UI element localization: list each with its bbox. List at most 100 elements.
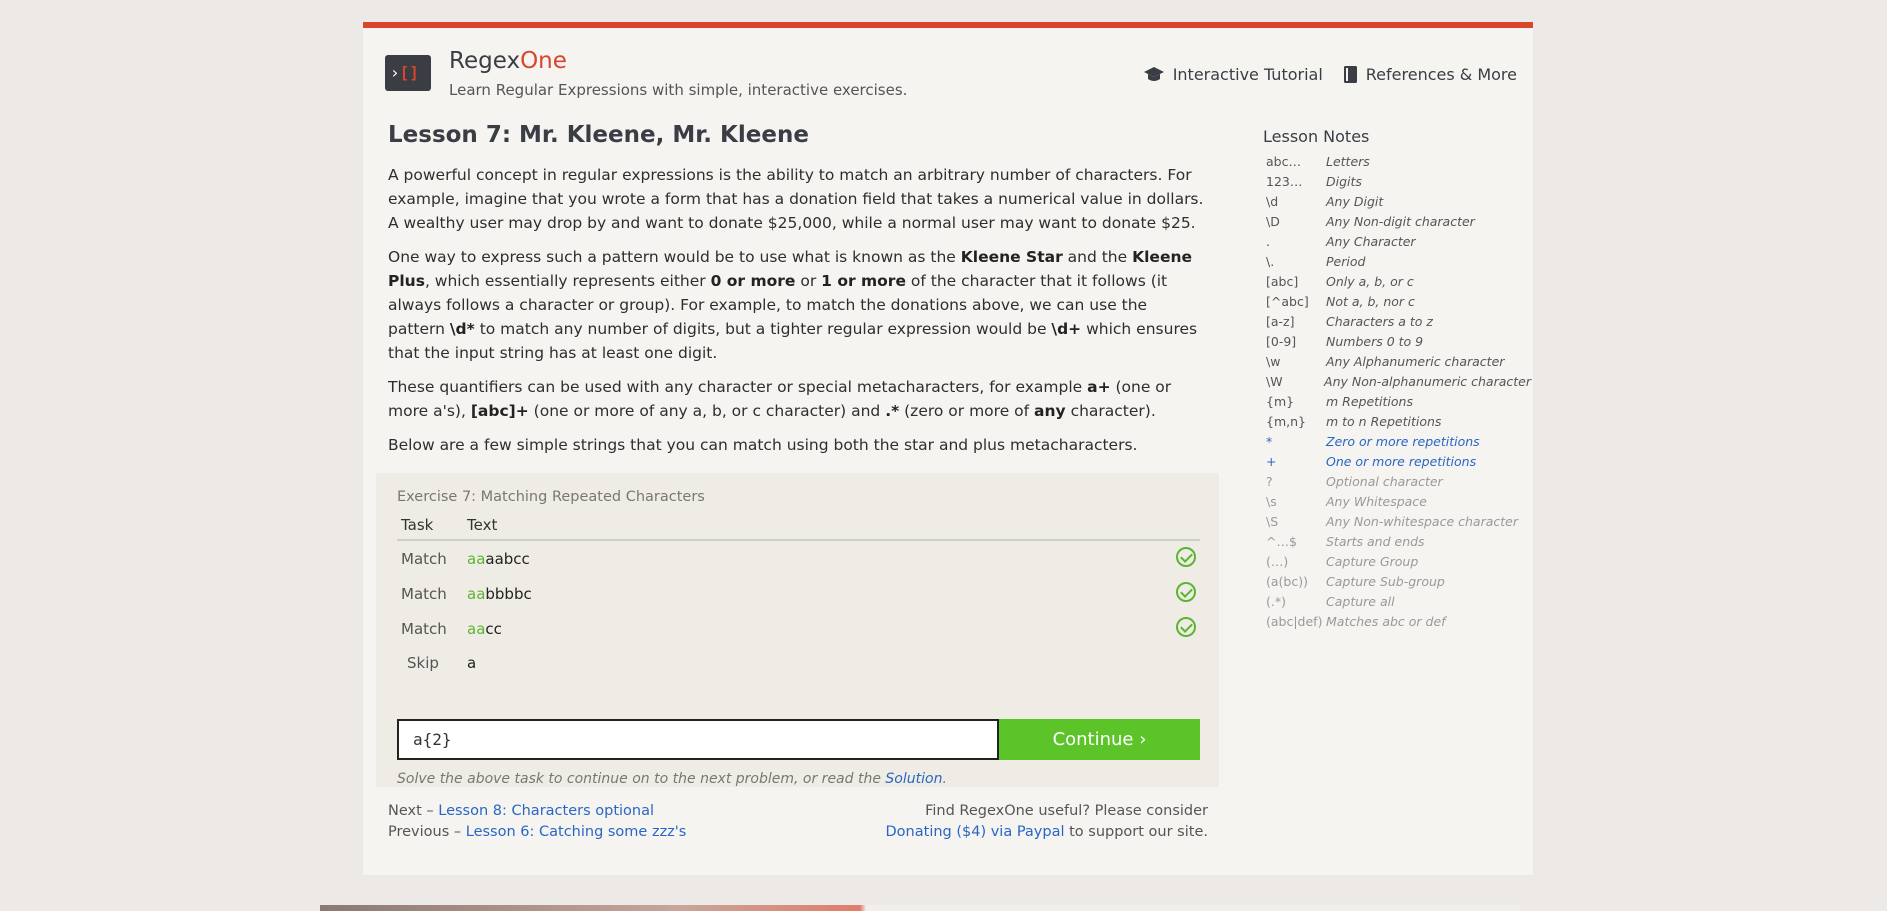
row-task: Match	[401, 620, 447, 638]
note-symbol: [^abc]	[1266, 294, 1309, 309]
regex-input[interactable]	[397, 719, 999, 760]
note-symbol: [a-z]	[1266, 314, 1295, 329]
note-description: Any Non-digit character	[1326, 214, 1475, 229]
row-task: Match	[401, 550, 447, 568]
note-symbol: \W	[1266, 374, 1283, 389]
note-symbol: (…)	[1266, 554, 1289, 569]
previous-lesson-link[interactable]: Lesson 6: Catching some zzz's	[466, 824, 687, 840]
check-circle-icon	[1176, 617, 1196, 637]
note-description: Matches abc or def	[1326, 614, 1446, 629]
continue-button[interactable]: Continue ›	[999, 719, 1200, 760]
lesson-title: Lesson 7: Mr. Kleene, Mr. Kleene	[388, 122, 809, 148]
note-description: Any Digit	[1326, 194, 1384, 209]
lesson-paragraph-4: Below are a few simple strings that you …	[388, 436, 1138, 454]
note-symbol: \s	[1266, 494, 1277, 509]
lesson-note-item: (abc|def) Matches abc or def	[1263, 612, 1531, 632]
note-description: Only a, b, or c	[1326, 274, 1414, 289]
lesson-note-item: (…) Capture Group	[1263, 552, 1531, 572]
table-row: Match aaaabcc	[397, 540, 1200, 576]
note-symbol: (a(bc))	[1266, 574, 1308, 589]
exercise-hint: Solve the above task to continue on to t…	[397, 771, 947, 787]
table-row: Match aabbbbc	[397, 576, 1200, 611]
lesson-note-item: [^abc] Not a, b, nor c	[1263, 292, 1531, 312]
lesson-note-item: \s Any Whitespace	[1263, 492, 1531, 512]
donate-link[interactable]: Donating ($4) via Paypal	[886, 824, 1065, 840]
note-description: Any Non-alphanumeric character	[1324, 374, 1531, 389]
nav-references[interactable]: References & More	[1343, 65, 1517, 84]
note-symbol: +	[1266, 454, 1277, 469]
lesson-notes-list: abc… Letters 123… Digits \d Any Digit \D Any No…	[1263, 152, 1531, 632]
note-symbol: \D	[1266, 214, 1280, 229]
note-symbol: \S	[1266, 514, 1279, 529]
page-card: ›[] RegexOne Learn Regular Expressions w…	[363, 22, 1533, 875]
site-brand[interactable]: RegexOne	[449, 48, 567, 74]
regexone-logo-icon[interactable]: ›[]	[385, 55, 431, 91]
note-symbol: *	[1266, 434, 1273, 449]
row-text: aacc	[467, 620, 502, 638]
note-description: Characters a to z	[1326, 314, 1433, 329]
row-task: Match	[401, 585, 447, 603]
note-symbol: {m}	[1266, 394, 1295, 409]
lesson-note-item: \d Any Digit	[1263, 192, 1531, 212]
lesson-note-item: . Any Character	[1263, 232, 1531, 252]
nav-interactive-tutorial[interactable]: Interactive Tutorial	[1143, 65, 1323, 84]
brand-accent: One	[520, 48, 567, 74]
lesson-note-item: \S Any Non-whitespace character	[1263, 512, 1531, 532]
row-text: aabbbbc	[467, 585, 532, 603]
lesson-note-item: * Zero or more repetitions	[1263, 432, 1531, 452]
next-lesson-link[interactable]: Lesson 8: Characters optional	[438, 803, 654, 819]
table-row: Match aacc	[397, 611, 1200, 646]
exercise-table: Task Text Match aaaabcc Match aabbbbc Ma…	[397, 513, 1200, 679]
column-task: Task	[397, 513, 463, 541]
support-message: Find RegexOne useful? Please consider Do…	[885, 803, 1208, 840]
note-description: Capture all	[1326, 594, 1395, 609]
note-symbol: \w	[1266, 354, 1281, 369]
note-description: Any Whitespace	[1326, 494, 1427, 509]
note-symbol: {m,n}	[1266, 414, 1306, 429]
solution-link[interactable]: Solution	[885, 771, 942, 787]
lesson-note-item: ^…$ Starts and ends	[1263, 532, 1531, 552]
lesson-note-item: \W Any Non-alphanumeric character	[1263, 372, 1531, 392]
lesson-notes: Lesson Notes abc… Letters 123… Digits \d Any …	[1263, 127, 1531, 632]
lesson-navigation: Next – Lesson 8: Characters optional Pre…	[388, 803, 687, 840]
note-description: Any Alphanumeric character	[1326, 354, 1505, 369]
brand-main: Regex	[449, 48, 521, 74]
note-description: Not a, b, nor c	[1326, 294, 1415, 309]
note-description: Any Non-whitespace character	[1326, 514, 1518, 529]
lesson-note-item: abc… Letters	[1263, 152, 1531, 172]
book-icon	[1343, 66, 1357, 83]
note-symbol: ^…$	[1266, 534, 1297, 549]
site-header: ›[] RegexOne Learn Regular Expressions w…	[363, 28, 1533, 118]
lesson-note-item: + One or more repetitions	[1263, 452, 1531, 472]
row-task: Skip	[407, 654, 439, 672]
note-description: m Repetitions	[1326, 394, 1413, 409]
lesson-notes-title: Lesson Notes	[1263, 127, 1370, 146]
check-circle-icon	[1176, 547, 1196, 567]
note-symbol: [abc]	[1266, 274, 1299, 289]
note-symbol: abc…	[1266, 154, 1301, 169]
note-description: Optional character	[1326, 474, 1443, 489]
note-symbol: \d	[1266, 194, 1279, 209]
exercise-panel: Exercise 7: Matching Repeated Characters…	[376, 473, 1219, 787]
note-symbol: 123…	[1266, 174, 1303, 189]
advertisement-banner[interactable]	[320, 905, 1520, 911]
lesson-note-item: \. Period	[1263, 252, 1531, 272]
lesson-paragraph-2: One way to express such a pattern would …	[388, 248, 1198, 362]
row-text: a	[467, 654, 477, 672]
lesson-note-item: {m} m Repetitions	[1263, 392, 1531, 412]
note-description: m to n Repetitions	[1326, 414, 1442, 429]
note-symbol: [0-9]	[1266, 334, 1297, 349]
row-text: aaaabcc	[467, 550, 530, 568]
site-tagline: Learn Regular Expressions with simple, i…	[449, 81, 908, 99]
lesson-paragraph-1: A powerful concept in regular expression…	[388, 166, 1204, 232]
lesson-note-item: \w Any Alphanumeric character	[1263, 352, 1531, 372]
note-description: Any Character	[1326, 234, 1416, 249]
note-description: Starts and ends	[1326, 534, 1425, 549]
lesson-note-item: \D Any Non-digit character	[1263, 212, 1531, 232]
note-symbol: \.	[1266, 254, 1275, 269]
lesson-note-item: (.*) Capture all	[1263, 592, 1531, 612]
note-symbol: (.*)	[1266, 594, 1286, 609]
table-row: Skip a	[397, 646, 1200, 679]
note-description: Period	[1326, 254, 1366, 269]
note-description: Capture Group	[1326, 554, 1419, 569]
